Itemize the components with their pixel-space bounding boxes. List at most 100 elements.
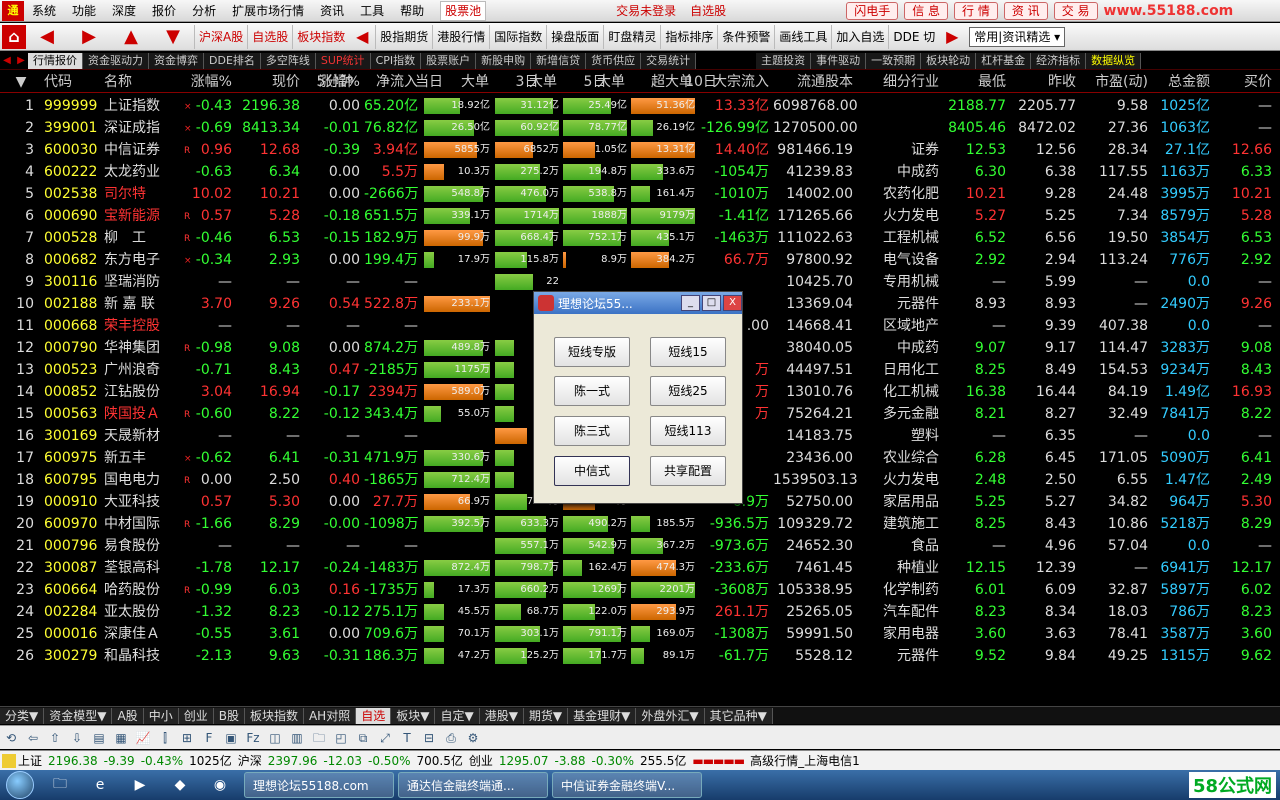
table-row[interactable]: 5 002538 司尔特 10.02 10.21 0.00 -2666万 548.8万 476.…: [0, 183, 1280, 205]
explorer-folder-icon[interactable]: 🗀: [42, 772, 78, 798]
bottom-tab[interactable]: 中小: [143, 707, 179, 724]
col-change-pct[interactable]: 涨幅%: [180, 71, 236, 93]
tab-new-credit[interactable]: 新增信贷: [531, 52, 587, 69]
tab-trade-stats[interactable]: 交易统计: [641, 52, 697, 69]
col-5min-pct[interactable]: 涨幅%: [304, 71, 364, 93]
toolbar-sector-index[interactable]: 板块指数: [292, 24, 349, 49]
bottom-tab[interactable]: 自定▼: [435, 707, 480, 724]
menu-item-ext-market[interactable]: 扩展市场行情: [224, 0, 312, 21]
bottom-tab[interactable]: B股: [213, 707, 245, 724]
bottom-tab[interactable]: 板块指数: [244, 707, 304, 724]
tab-consensus[interactable]: 一致预期: [866, 52, 922, 69]
table-row[interactable]: 25 000016 深康佳Ａ -0.55 3.61 0.00 709.6万 70.1万 303.…: [0, 623, 1280, 645]
grid-small-icon[interactable]: ⊟: [419, 729, 439, 747]
sort-dropdown-icon[interactable]: ▼: [8, 71, 34, 93]
tab-leveraged-fund[interactable]: 杠杆基金: [976, 52, 1032, 69]
table-row[interactable]: 22 300087 荃银高科 -1.78 12.17 -0.24 -1483万 872.4万 7…: [0, 557, 1280, 579]
col-big-order-3d[interactable]: 大单: [493, 71, 561, 93]
col-pe[interactable]: 市盈(动): [1080, 71, 1152, 93]
toolbar-add-favorite[interactable]: 加入自选: [831, 24, 888, 49]
tab-dde-rank[interactable]: DDE排名: [204, 52, 261, 69]
media-player-icon[interactable]: ▶: [122, 772, 158, 798]
bottom-tab[interactable]: 分类▼: [0, 707, 45, 724]
expand-icon[interactable]: ⤢: [375, 729, 395, 747]
tab-data-overview[interactable]: 数据纵览: [1086, 52, 1142, 69]
toolbar-condition-alert[interactable]: 条件预警: [717, 24, 774, 49]
down-arrow-icon[interactable]: ▼: [152, 26, 194, 47]
tab-fund-game[interactable]: 资金博弈: [149, 52, 204, 69]
arrow-up-icon[interactable]: ⇧: [45, 729, 65, 747]
grid-icon[interactable]: ⊞: [177, 729, 197, 747]
toolbar-shsz-a[interactable]: 沪深A股: [194, 24, 247, 49]
col-float-shares[interactable]: 流通股本: [773, 71, 857, 93]
bottom-tab[interactable]: 期货▼: [523, 707, 569, 724]
f10-icon[interactable]: F: [199, 729, 219, 747]
menu-item-analysis[interactable]: 分析: [184, 0, 224, 21]
tile-icon[interactable]: ◰: [331, 729, 351, 747]
minimize-icon[interactable]: _: [681, 295, 700, 311]
stats-icon[interactable]: ▥: [287, 729, 307, 747]
maximize-icon[interactable]: □: [702, 295, 721, 311]
news-button[interactable]: 资 讯: [1003, 1, 1048, 20]
start-button[interactable]: [0, 770, 40, 800]
refresh-icon[interactable]: ⟲: [1, 729, 21, 747]
col-bid[interactable]: 买价: [1214, 71, 1276, 93]
back-small-arrow-icon[interactable]: ◀: [349, 25, 375, 49]
tab-fund-drive[interactable]: 资金驱动力: [83, 52, 149, 69]
tab-scroll-left-icon[interactable]: ◀: [0, 55, 14, 66]
menu-item-depth[interactable]: 深度: [104, 0, 144, 21]
table-row[interactable]: 23 600664 哈药股份 R -0.99 6.03 0.16 -1735万 17.3万 660…: [0, 579, 1280, 601]
home-icon[interactable]: ⌂: [2, 24, 26, 49]
menu-item-info[interactable]: 资讯: [312, 0, 352, 21]
table-row[interactable]: 24 002284 亚太股份 -1.32 8.23 -0.12 275.1万 45.5万 68.…: [0, 601, 1280, 623]
back-arrow-icon[interactable]: ◀: [26, 26, 68, 47]
layout-select[interactable]: 常用|资讯精选 ▾: [969, 26, 1066, 47]
forward-small-arrow-icon[interactable]: ▶: [939, 25, 965, 49]
dialog-btn-short113[interactable]: 短线113: [650, 416, 726, 446]
table-row[interactable]: 9 300116 坚瑞消防 — — — — 22 10425.70 专用机械 — 5.99 — 0.0 —: [0, 271, 1280, 293]
table-row[interactable]: 7 000528 柳 工 R -0.46 6.53 -0.15 182.9万 99.9万 668.…: [0, 227, 1280, 249]
document-icon[interactable]: ▤: [89, 729, 109, 747]
menu-item-tools[interactable]: 工具: [352, 0, 392, 21]
col-net-inflow[interactable]: 净流入: [364, 71, 422, 93]
toolbar-dde-switch[interactable]: DDE 切: [888, 24, 939, 49]
col-big-order-5d[interactable]: 大单: [561, 71, 629, 93]
toolbar-index-futures[interactable]: 股指期货: [375, 24, 432, 49]
settings-gear-icon[interactable]: ⚙: [463, 729, 483, 747]
calendar-icon[interactable]: ▣: [221, 729, 241, 747]
dialog-btn-short25[interactable]: 短线25: [650, 376, 726, 406]
menu-item-system[interactable]: 系统: [24, 0, 64, 21]
table-row[interactable]: 20 600970 中材国际 R -1.66 8.29 -0.00 -1098万 392.5万 6…: [0, 513, 1280, 535]
menu-item-function[interactable]: 功能: [64, 0, 104, 21]
tab-scroll-right-icon[interactable]: ▶: [14, 55, 28, 66]
table-row[interactable]: 8 000682 东方电子 × -0.34 2.93 0.00 199.4万 17.9万 115.…: [0, 249, 1280, 271]
table-row[interactable]: 4 600222 太龙药业 -0.63 6.34 0.00 5.5万 10.3万 275.2万 1…: [0, 161, 1280, 183]
trade-button[interactable]: 交 易: [1053, 1, 1098, 20]
up-arrow-icon[interactable]: ▲: [110, 26, 152, 47]
bottom-tab[interactable]: 资金模型▼: [44, 707, 113, 724]
text-icon[interactable]: T: [397, 729, 417, 747]
bottom-tab[interactable]: 其它品种▼: [704, 707, 773, 724]
dialog-btn-short-special[interactable]: 短线专版: [554, 337, 630, 367]
server-name[interactable]: 高级行情_上海电信1: [750, 752, 860, 769]
toolbar-favorites[interactable]: 自选股: [247, 24, 292, 49]
line-chart-icon[interactable]: 📈: [133, 729, 153, 747]
trade-login-status[interactable]: 交易未登录: [616, 2, 676, 19]
fz-icon[interactable]: Fz: [243, 729, 263, 747]
table-row[interactable]: 26 300279 和晶科技 -2.13 9.63 -0.31 186.3万 47.2万 125…: [0, 645, 1280, 667]
ie-browser-icon[interactable]: e: [82, 772, 118, 798]
app-shortcut-icon[interactable]: ◆: [162, 772, 198, 798]
dialog-btn-short15[interactable]: 短线15: [650, 337, 726, 367]
dialog-btn-chen1[interactable]: 陈一式: [554, 376, 630, 406]
col-bulk-inflow[interactable]: 大宗流入: [697, 71, 773, 93]
tab-quote[interactable]: 行情报价: [28, 52, 83, 69]
bottom-tab[interactable]: 外盘外汇▼: [636, 707, 705, 724]
dialog-btn-citic[interactable]: 中信式: [554, 456, 630, 486]
stock-pool-button[interactable]: 股票池: [440, 0, 487, 21]
dialog-title-bar[interactable]: 理想论坛55... _ □ X: [534, 292, 742, 314]
col-industry[interactable]: 细分行业: [857, 71, 943, 93]
bottom-tab[interactable]: 自选: [356, 707, 392, 724]
tab-money-supply[interactable]: 货币供应: [586, 52, 642, 69]
close-icon[interactable]: X: [723, 295, 742, 311]
tab-accounts[interactable]: 股票账户: [421, 52, 477, 69]
